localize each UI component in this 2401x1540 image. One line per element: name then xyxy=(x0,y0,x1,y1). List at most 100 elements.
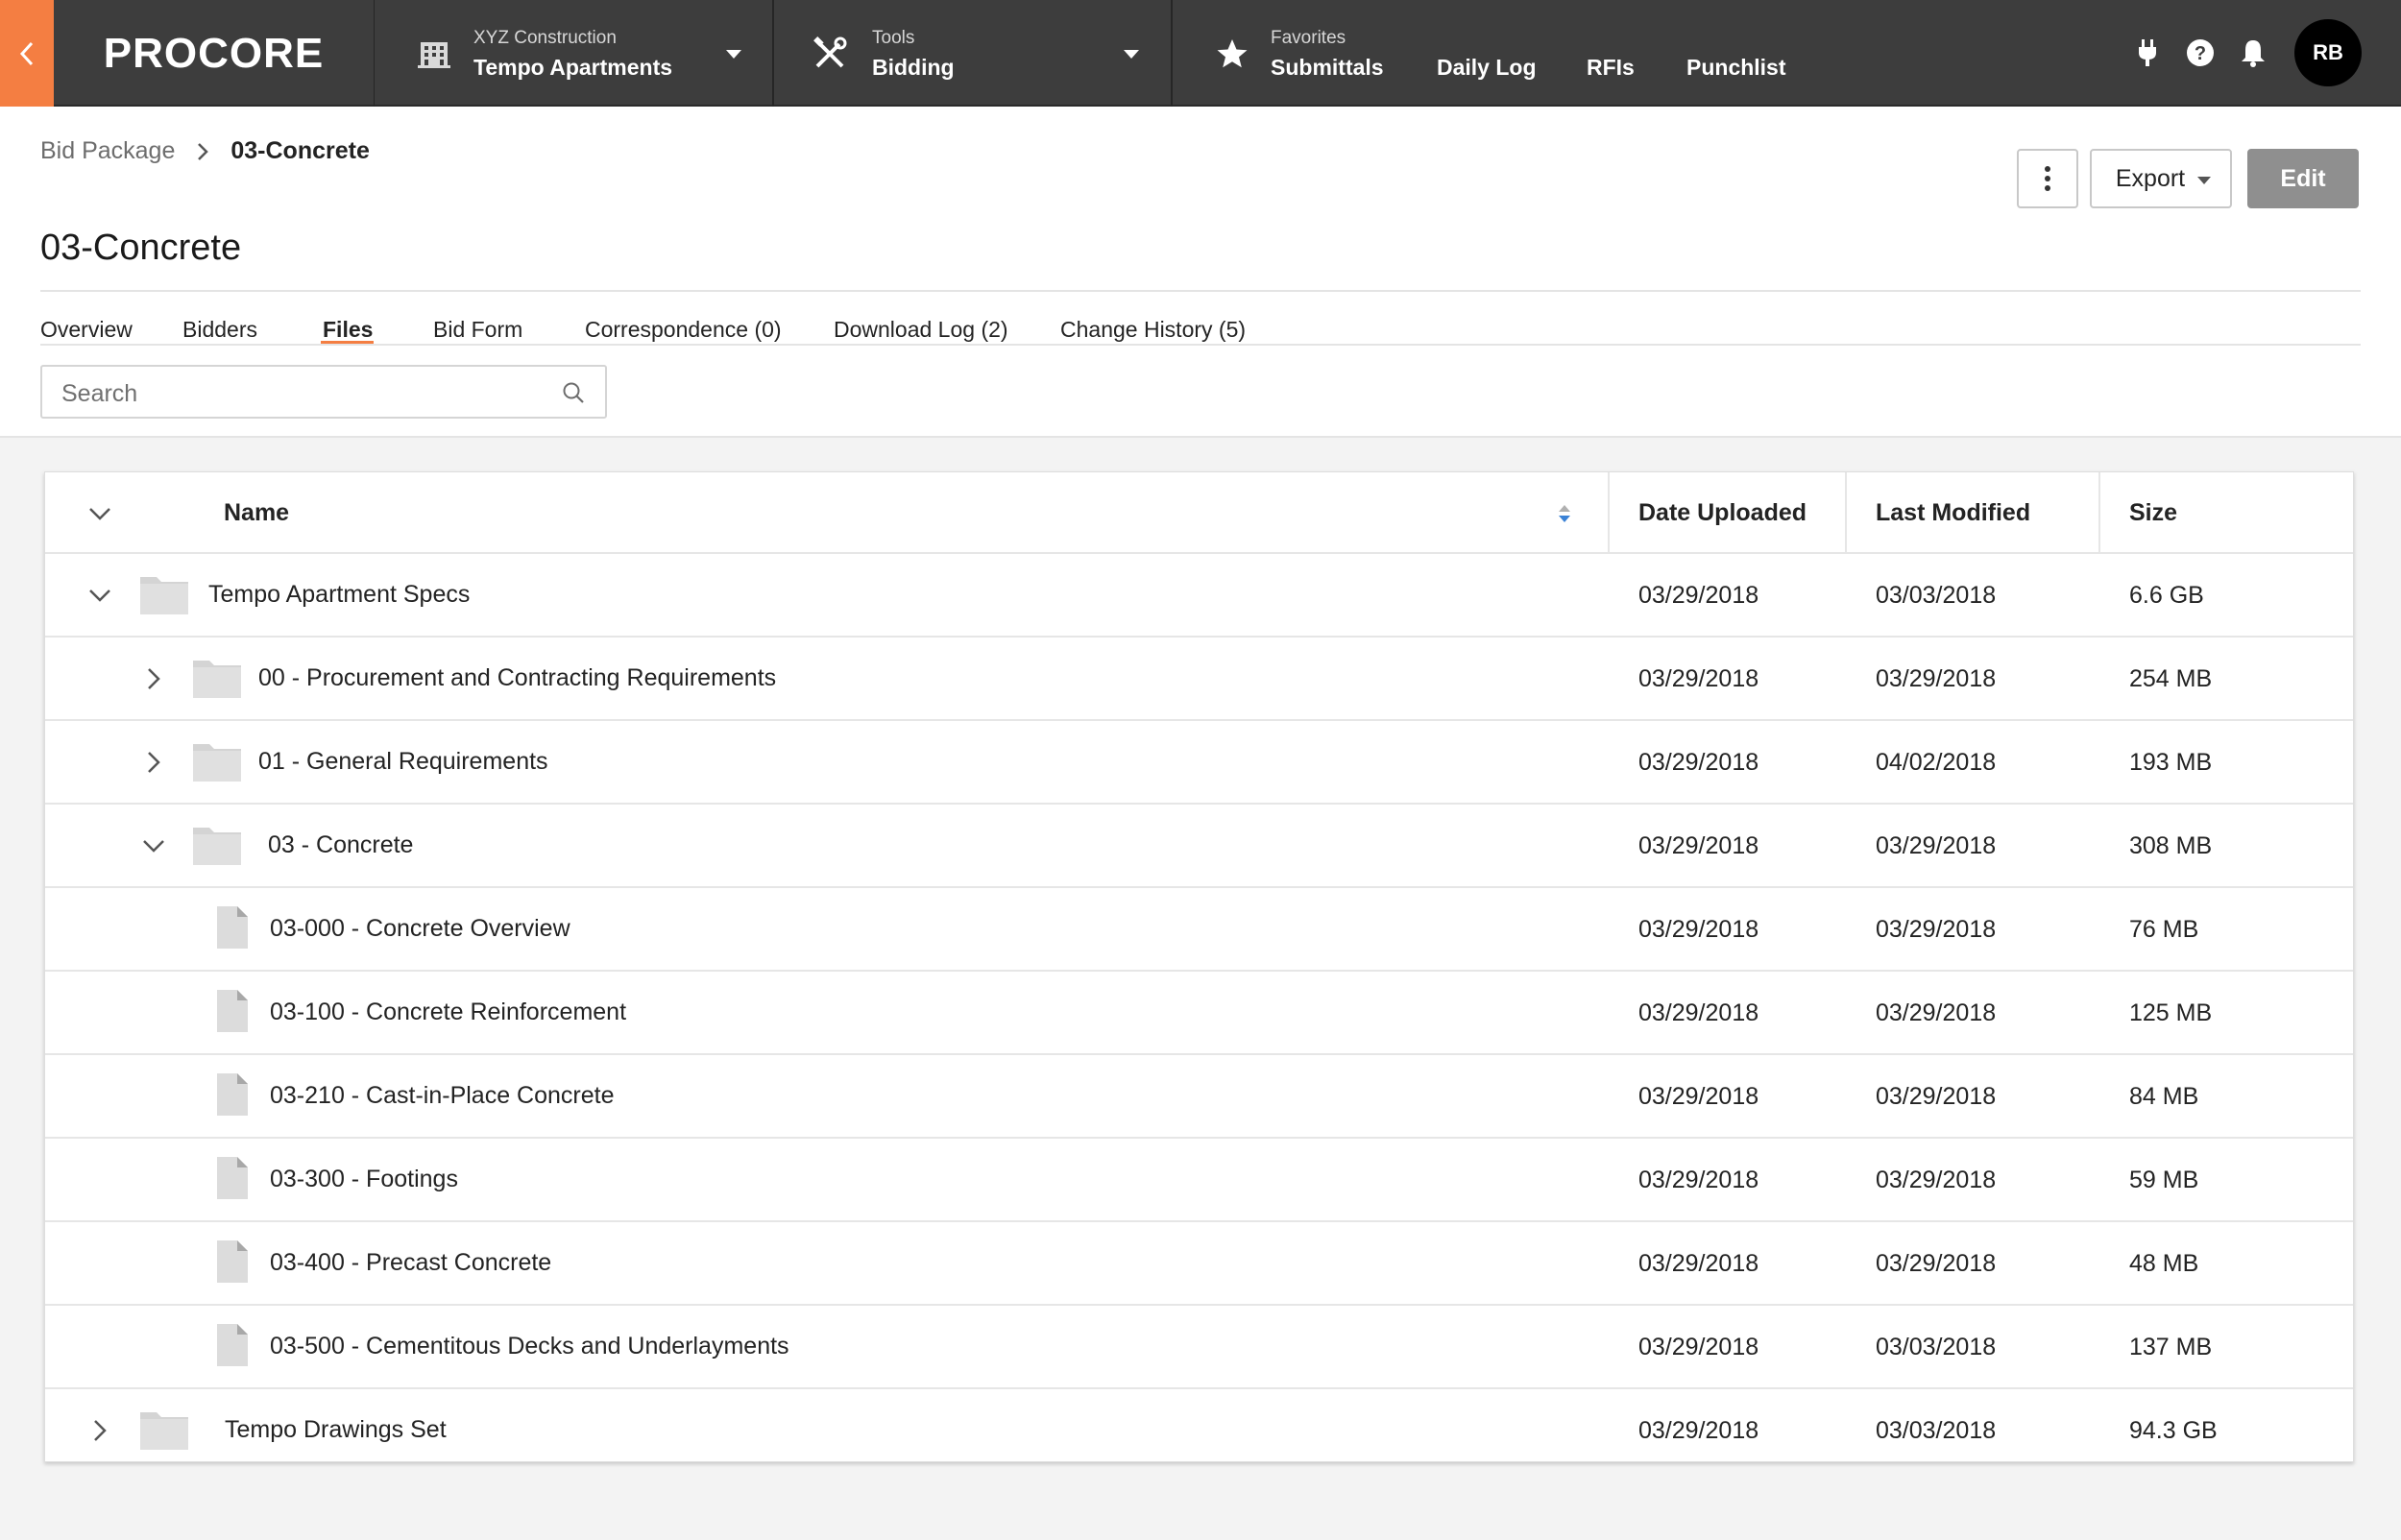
row-last-modified: 03/03/2018 xyxy=(1876,1334,1997,1360)
star-icon xyxy=(1217,39,1248,68)
row-date-uploaded: 03/29/2018 xyxy=(1638,749,1759,776)
column-header-name[interactable]: Name xyxy=(224,499,289,527)
breadcrumb-current: 03-Concrete xyxy=(230,137,370,164)
column-header-date-uploaded[interactable]: Date Uploaded xyxy=(1638,499,1807,527)
more-actions-button[interactable] xyxy=(2017,149,2078,208)
back-button[interactable] xyxy=(0,0,54,107)
tools-selector[interactable]: Tools Bidding xyxy=(774,0,1173,107)
tab-bidders[interactable]: Bidders xyxy=(182,317,257,343)
tools-current: Bidding xyxy=(872,55,955,80)
more-vertical-icon xyxy=(2045,166,2050,191)
file-icon xyxy=(217,1240,248,1283)
favorite-daily-log[interactable]: Daily Log xyxy=(1437,55,1537,81)
table-row[interactable]: Tempo Apartment Specs 03/29/2018 03/03/2… xyxy=(45,554,2353,638)
row-name[interactable]: 03-000 - Concrete Overview xyxy=(270,915,570,943)
sort-icon[interactable] xyxy=(1555,501,1574,526)
column-header-size[interactable]: Size xyxy=(2129,499,2177,527)
favorite-punchlist[interactable]: Punchlist xyxy=(1686,55,1786,81)
row-name[interactable]: Tempo Apartment Specs xyxy=(208,581,470,609)
row-name[interactable]: 03-500 - Cementitous Decks and Underlaym… xyxy=(270,1333,789,1360)
row-last-modified: 03/29/2018 xyxy=(1876,916,1997,943)
collapse-all-icon[interactable] xyxy=(85,499,114,528)
row-last-modified: 03/29/2018 xyxy=(1876,665,1997,692)
search-placeholder: Search xyxy=(61,380,138,407)
table-row[interactable]: 03-000 - Concrete Overview 03/29/2018 03… xyxy=(45,888,2353,972)
breadcrumb-bid-package[interactable]: Bid Package xyxy=(40,137,175,165)
row-date-uploaded: 03/29/2018 xyxy=(1638,1250,1759,1277)
divider xyxy=(40,344,2361,346)
row-last-modified: 03/29/2018 xyxy=(1876,999,1997,1026)
row-name[interactable]: 03 - Concrete xyxy=(268,831,413,859)
procore-logo[interactable]: PROCORE xyxy=(54,0,375,107)
tab-change-history[interactable]: Change History (5) xyxy=(1060,317,1246,343)
row-name[interactable]: 03-100 - Concrete Reinforcement xyxy=(270,999,626,1026)
row-name[interactable]: 01 - General Requirements xyxy=(258,748,548,776)
project-company: XYZ Construction xyxy=(473,28,617,48)
column-header-last-modified[interactable]: Last Modified xyxy=(1876,499,2030,527)
page-header: Bid Package 03-Concrete Export Edit 03-C… xyxy=(0,107,2401,438)
plug-icon[interactable] xyxy=(2131,36,2164,69)
table-row[interactable]: 03-500 - Cementitous Decks and Underlaym… xyxy=(45,1306,2353,1389)
row-last-modified: 03/03/2018 xyxy=(1876,582,1997,609)
table-row[interactable]: 03 - Concrete 03/29/2018 03/29/2018 308 … xyxy=(45,805,2353,888)
search-input[interactable]: Search xyxy=(40,365,607,419)
row-date-uploaded: 03/29/2018 xyxy=(1638,999,1759,1026)
row-name[interactable]: 03-400 - Precast Concrete xyxy=(270,1249,551,1277)
tab-correspondence[interactable]: Correspondence (0) xyxy=(585,317,782,343)
file-icon xyxy=(217,1324,248,1366)
row-name[interactable]: 00 - Procurement and Contracting Require… xyxy=(258,664,776,692)
search-icon[interactable] xyxy=(561,380,586,405)
row-date-uploaded: 03/29/2018 xyxy=(1638,665,1759,692)
row-size: 59 MB xyxy=(2129,1167,2199,1193)
top-nav: PROCORE XYZ Construction Tempo Apartment… xyxy=(0,0,2401,107)
table-row[interactable]: Tempo Drawings Set 03/29/2018 03/03/2018… xyxy=(45,1389,2353,1473)
row-last-modified: 03/03/2018 xyxy=(1876,1417,1997,1444)
row-size: 125 MB xyxy=(2129,999,2213,1026)
tab-bid-form[interactable]: Bid Form xyxy=(433,317,522,343)
file-icon xyxy=(217,990,248,1032)
row-name[interactable]: 03-300 - Footings xyxy=(270,1166,458,1193)
divider xyxy=(40,290,2361,292)
table-row[interactable]: 01 - General Requirements 03/29/2018 04/… xyxy=(45,721,2353,805)
edit-button[interactable]: Edit xyxy=(2247,149,2359,208)
table-row[interactable]: 00 - Procurement and Contracting Require… xyxy=(45,638,2353,721)
row-size: 84 MB xyxy=(2129,1083,2199,1110)
row-name[interactable]: Tempo Drawings Set xyxy=(225,1416,447,1444)
folder-icon xyxy=(193,661,241,698)
chevron-right-icon[interactable] xyxy=(139,748,168,777)
chevron-right-icon[interactable] xyxy=(139,664,168,693)
chevron-right-icon xyxy=(198,142,209,160)
table-row[interactable]: 03-210 - Cast-in-Place Concrete 03/29/20… xyxy=(45,1055,2353,1139)
tab-overview[interactable]: Overview xyxy=(40,317,133,343)
row-name[interactable]: 03-210 - Cast-in-Place Concrete xyxy=(270,1082,615,1110)
svg-text:?: ? xyxy=(2195,43,2206,64)
table-row[interactable]: 03-400 - Precast Concrete 03/29/2018 03/… xyxy=(45,1222,2353,1306)
chevron-right-icon[interactable] xyxy=(85,1416,114,1445)
favorites-label: Favorites xyxy=(1271,28,1346,48)
chevron-down-icon[interactable] xyxy=(139,831,168,860)
tab-download-log[interactable]: Download Log (2) xyxy=(834,317,1008,343)
column-divider xyxy=(1608,472,1610,554)
export-button[interactable]: Export xyxy=(2090,149,2232,208)
caret-down-icon xyxy=(2197,177,2211,184)
bell-icon[interactable] xyxy=(2237,36,2269,69)
favorite-submittals[interactable]: Submittals xyxy=(1271,55,1384,81)
file-icon xyxy=(217,906,248,949)
folder-icon xyxy=(193,828,241,865)
building-icon xyxy=(418,42,450,68)
user-avatar[interactable]: RB xyxy=(2294,19,2362,86)
folder-icon xyxy=(140,577,188,614)
tools-icon xyxy=(813,36,847,68)
caret-down-icon xyxy=(726,50,741,59)
chevron-left-icon xyxy=(19,41,34,65)
table-row[interactable]: 03-100 - Concrete Reinforcement 03/29/20… xyxy=(45,972,2353,1055)
table-row[interactable]: 03-300 - Footings 03/29/2018 03/29/2018 … xyxy=(45,1139,2353,1222)
project-selector[interactable]: XYZ Construction Tempo Apartments xyxy=(375,0,774,107)
help-icon[interactable]: ? xyxy=(2184,36,2217,69)
favorite-rfis[interactable]: RFIs xyxy=(1587,55,1635,81)
row-date-uploaded: 03/29/2018 xyxy=(1638,1334,1759,1360)
tab-files[interactable]: Files xyxy=(323,317,373,343)
chevron-down-icon[interactable] xyxy=(85,581,114,610)
column-divider xyxy=(2098,472,2100,554)
caret-down-icon xyxy=(1124,50,1139,59)
